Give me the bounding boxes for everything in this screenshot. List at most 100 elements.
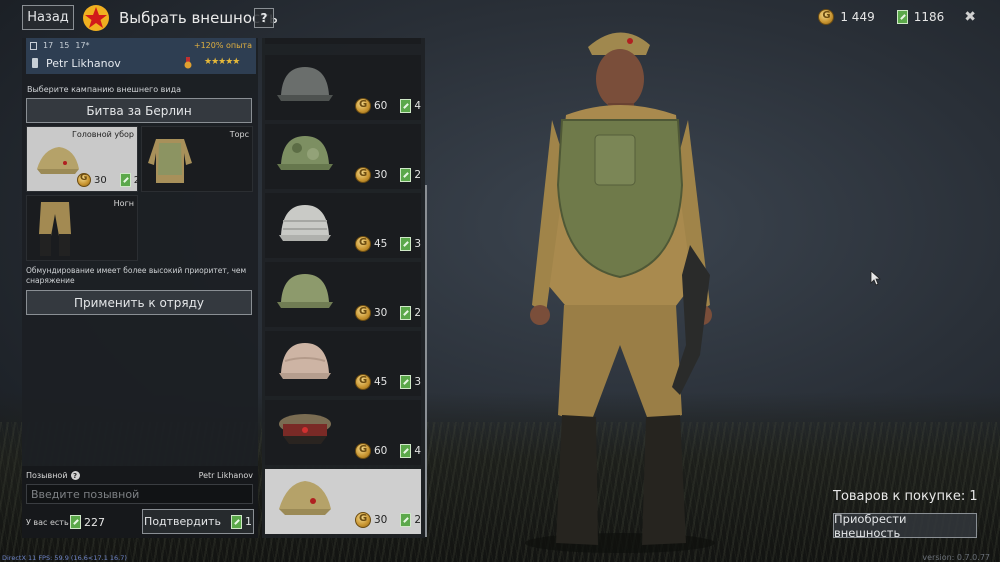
- slot-label: Головной убор: [71, 130, 134, 139]
- order-icon: [119, 173, 131, 187]
- list-item[interactable]: 30 2: [265, 124, 421, 189]
- slot-legs[interactable]: Ногн: [26, 195, 138, 261]
- silver-amount: 1 449: [840, 10, 875, 24]
- orders-value: 4: [414, 445, 422, 457]
- item-price: 45 3: [355, 374, 421, 390]
- confirm-label: Подтвердить: [144, 515, 221, 528]
- silver-coin-icon: [355, 374, 371, 390]
- order-icon: [230, 514, 242, 529]
- star-icon: [83, 5, 109, 31]
- callsign-label-text: Позывной: [26, 471, 68, 480]
- rating-stars: ★★★★★: [204, 57, 240, 67]
- order-icon: [70, 515, 81, 529]
- slot-headwear[interactable]: Головной убор 30 2: [26, 126, 141, 192]
- orders-value: 2: [133, 174, 141, 186]
- price-value: 60: [374, 100, 388, 112]
- soldier-model: [525, 32, 715, 553]
- experience-bonus: +120% опыта: [193, 41, 252, 50]
- list-item[interactable]: 45 3: [265, 193, 421, 258]
- silver-coin-icon: [355, 98, 371, 114]
- order-icon: [400, 375, 412, 389]
- apply-to-squad-button[interactable]: Применить к отряду: [26, 290, 252, 315]
- cloth-covered-helmet-icon: [279, 343, 331, 379]
- version-label: version: 0.7.0.77: [922, 553, 990, 562]
- item-price: 60 4: [355, 98, 421, 114]
- orders-value: 2: [414, 169, 422, 181]
- campaign-select-button[interactable]: Битва за Берлин: [26, 98, 252, 123]
- class-icon: [30, 41, 37, 50]
- slot-label: Торс: [229, 130, 249, 139]
- peaked-cap-icon: [279, 414, 331, 444]
- order-icon: [400, 168, 412, 182]
- tunic-armor-icon: [148, 139, 192, 183]
- silver-coin-icon: [355, 512, 371, 528]
- item-price: 30 2: [355, 512, 421, 528]
- headwear-list[interactable]: 60 4 30 2 45 3: [262, 38, 425, 538]
- orders-value: 2: [414, 307, 422, 319]
- priority-note: Обмундирование имеет более высокий приор…: [26, 266, 247, 285]
- orders-value: 3: [414, 238, 422, 250]
- order-icon: [400, 513, 412, 527]
- order-amount: 1186: [913, 10, 945, 24]
- silver-coin-icon: [355, 167, 371, 183]
- orders-value: 2: [414, 514, 422, 526]
- price-value: 30: [374, 169, 388, 181]
- order-icon: [400, 99, 412, 113]
- appearance-panel: 17 15 17* +120% опыта Petr Likhanov ★★★★…: [22, 38, 258, 538]
- silver-coin-icon: [818, 9, 835, 25]
- back-button[interactable]: Назад: [22, 5, 74, 30]
- list-item[interactable]: [265, 38, 421, 44]
- buy-appearance-button[interactable]: Приобрести внешность: [833, 512, 977, 540]
- price-value: 30: [374, 514, 388, 526]
- callsign-current: Petr Likhanov: [198, 471, 253, 480]
- stat-value: 17: [43, 41, 54, 50]
- currency-display: 1 449 1186 ✖: [818, 9, 976, 25]
- help-button[interactable]: ?: [254, 8, 274, 28]
- silver-coin-icon: [355, 443, 371, 459]
- list-item[interactable]: 60 4: [265, 400, 421, 465]
- fps-counter: DirectX 11 FPS: 59.9 (16.6<17.1 16.7): [2, 554, 127, 562]
- item-price: 60 4: [355, 443, 421, 459]
- pilotka-cap-icon: [279, 481, 331, 515]
- price-value: 30: [374, 307, 388, 319]
- trousers-boots-icon: [39, 202, 71, 256]
- camo-helmet-icon: [277, 136, 333, 170]
- silver-coin-icon: [77, 173, 91, 187]
- cost-value: 1: [244, 515, 252, 528]
- callsign-label: Позывной ?: [26, 471, 80, 480]
- order-icon: [400, 237, 412, 251]
- price-value: 45: [374, 238, 388, 250]
- list-item[interactable]: 60 4: [265, 55, 421, 120]
- close-icon[interactable]: ✖: [964, 9, 976, 25]
- order-icon: [400, 306, 412, 320]
- soldier-icon: [32, 58, 38, 68]
- order-icon: [400, 444, 412, 458]
- list-item[interactable]: 45 3: [265, 331, 421, 396]
- soldier-card[interactable]: 17 15 17* +120% опыта Petr Likhanov ★★★★…: [26, 38, 256, 74]
- soldier-name: Petr Likhanov: [46, 57, 121, 70]
- green-helmet-icon: [277, 274, 333, 308]
- balance-value: 227: [70, 515, 105, 529]
- orders-value: 3: [414, 376, 422, 388]
- winter-helmet-icon: [279, 205, 331, 241]
- help-icon[interactable]: ?: [70, 471, 80, 480]
- medal-icon: [184, 57, 192, 69]
- slot-torso[interactable]: Торс: [141, 126, 253, 192]
- list-scrollbar[interactable]: [425, 185, 427, 537]
- campaign-label: Выберите кампанию внешнего вида: [27, 85, 181, 94]
- balance-label: У вас есть: [26, 518, 69, 527]
- list-item[interactable]: 30 2: [265, 262, 421, 327]
- pilotka-cap-icon: [37, 147, 79, 174]
- order-icon: [896, 10, 908, 24]
- silver-coin-icon: [355, 305, 371, 321]
- silver-coin-icon: [355, 236, 371, 252]
- price-value: 60: [374, 445, 388, 457]
- balance-amount: 227: [84, 515, 105, 529]
- callsign-input[interactable]: [26, 484, 253, 504]
- confirm-callsign-button[interactable]: Подтвердить 1: [142, 509, 254, 534]
- slot-label: Ногн: [113, 199, 134, 208]
- item-price: 30 2: [355, 167, 421, 183]
- list-item-selected[interactable]: 30 2: [265, 469, 421, 534]
- stat-value: 15: [59, 41, 70, 50]
- item-price: 30 2: [355, 305, 421, 321]
